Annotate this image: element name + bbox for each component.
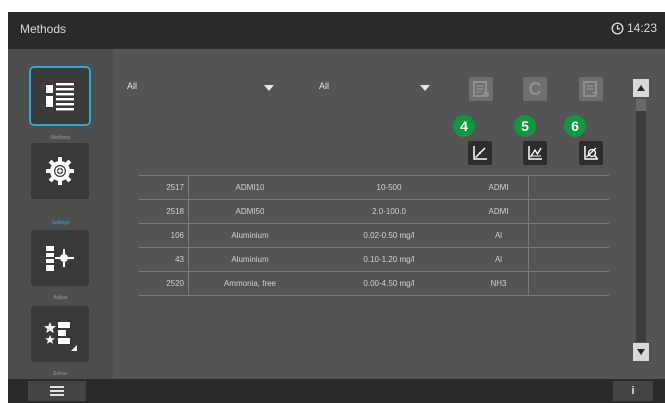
concentration-icon: C xyxy=(528,79,542,99)
scroll-up-button[interactable] xyxy=(633,79,649,97)
hamburger-menu-icon xyxy=(50,386,64,396)
nav-settings-label: Settings xyxy=(51,220,70,226)
table-row[interactable]: 106 Aluminium 0.02-0.50 mg/l Al xyxy=(139,224,609,248)
nav-methods-label: Methods xyxy=(50,135,71,141)
method-unit: Al xyxy=(469,248,529,271)
settings-gear-icon xyxy=(46,157,74,185)
arrow-up-icon xyxy=(637,85,645,91)
main-menu-button[interactable] xyxy=(28,381,86,401)
left-navigation: Methods Settings Adjust Extras xyxy=(8,49,113,379)
method-unit: ADMI xyxy=(469,200,529,223)
method-number: 2517 xyxy=(139,176,189,199)
nav-settings-button[interactable] xyxy=(31,143,89,199)
clock-icon xyxy=(611,21,624,35)
method-name: Ammonia, free xyxy=(223,279,277,288)
scroll-down-button[interactable] xyxy=(633,343,649,361)
arrow-down-icon xyxy=(637,349,645,355)
nav-adjust-label: Adjust xyxy=(53,295,68,301)
standard-chart-icon xyxy=(528,146,542,160)
filter-2-chevron-down-icon[interactable] xyxy=(420,85,430,91)
page-title: Methods xyxy=(20,22,67,36)
table-row[interactable]: 2520 Ammonia, free 0.00-4.50 mg/l NH3 xyxy=(139,272,609,296)
method-number: 2520 xyxy=(139,272,189,295)
table-row[interactable]: 2518 ADMI50 2.0-100.0 ADMI xyxy=(139,200,609,224)
scroll-track[interactable] xyxy=(636,99,646,342)
method-name: ADMI10 xyxy=(235,183,265,192)
callout-badge-5: 5 xyxy=(514,115,536,137)
method-unit: ADMI xyxy=(469,176,529,199)
nav-extras-button[interactable] xyxy=(31,306,89,362)
zoom-chart-icon xyxy=(584,146,598,160)
methods-panel: All All C 4 5 6 2517 ADMI10 10-500 ADMI … xyxy=(113,49,665,379)
vertical-scrollbar[interactable] xyxy=(633,79,649,364)
method-range: 0.00-4.50 mg/l xyxy=(363,279,415,288)
method-range: 0.10-1.20 mg/l xyxy=(363,255,415,264)
method-range: 2.0-100.0 xyxy=(372,207,406,216)
clock: 14:23 xyxy=(611,21,657,35)
scroll-thumb[interactable] xyxy=(636,99,646,111)
bottom-bar: i xyxy=(8,379,665,403)
nav-extras-label: Extras xyxy=(53,371,68,377)
document-button[interactable] xyxy=(469,77,493,101)
filter-2-value[interactable]: All xyxy=(319,81,329,91)
method-unit: Al xyxy=(469,224,529,247)
clock-time: 14:23 xyxy=(626,21,657,35)
nav-adjust-button[interactable] xyxy=(31,230,89,286)
methods-list-icon xyxy=(46,83,74,111)
adjust-cursor-icon xyxy=(46,246,74,271)
callout-badge-6: 6 xyxy=(564,115,586,137)
method-name: Aluminium xyxy=(231,255,269,264)
procedure-icon xyxy=(583,81,598,97)
callout-badge-4: 4 xyxy=(453,115,475,137)
info-button[interactable]: i xyxy=(613,381,653,401)
method-number: 106 xyxy=(139,224,189,247)
method-name: Aluminium xyxy=(231,231,269,240)
filter-1-chevron-down-icon[interactable] xyxy=(264,85,274,91)
method-range: 0.02-0.50 mg/l xyxy=(363,231,415,240)
standard-chart-button[interactable] xyxy=(523,141,547,165)
calibration-chart-button[interactable] xyxy=(468,141,492,165)
method-name: ADMI50 xyxy=(235,207,265,216)
document-icon xyxy=(473,81,489,97)
method-unit: NH3 xyxy=(469,272,529,295)
method-number: 43 xyxy=(139,248,189,271)
table-row[interactable]: 43 Aluminium 0.10-1.20 mg/l Al xyxy=(139,248,609,272)
title-bar: Methods 14:23 xyxy=(8,12,665,49)
concentration-button[interactable]: C xyxy=(523,77,547,101)
calibration-chart-icon xyxy=(473,146,487,160)
nav-methods-button[interactable] xyxy=(29,66,91,126)
method-number: 2518 xyxy=(139,200,189,223)
instrument-screen: Methods 14:23 Methods Settings Adjust Ex… xyxy=(8,12,665,403)
filter-1-value[interactable]: All xyxy=(127,81,137,91)
method-range: 10-500 xyxy=(376,183,402,192)
extras-stars-icon xyxy=(44,322,77,351)
methods-table: 2517 ADMI10 10-500 ADMI 2518 ADMI50 2.0-… xyxy=(139,175,609,296)
procedure-button[interactable] xyxy=(579,77,603,101)
zoom-chart-button[interactable] xyxy=(579,141,603,165)
table-row[interactable]: 2517 ADMI10 10-500 ADMI xyxy=(139,175,609,200)
